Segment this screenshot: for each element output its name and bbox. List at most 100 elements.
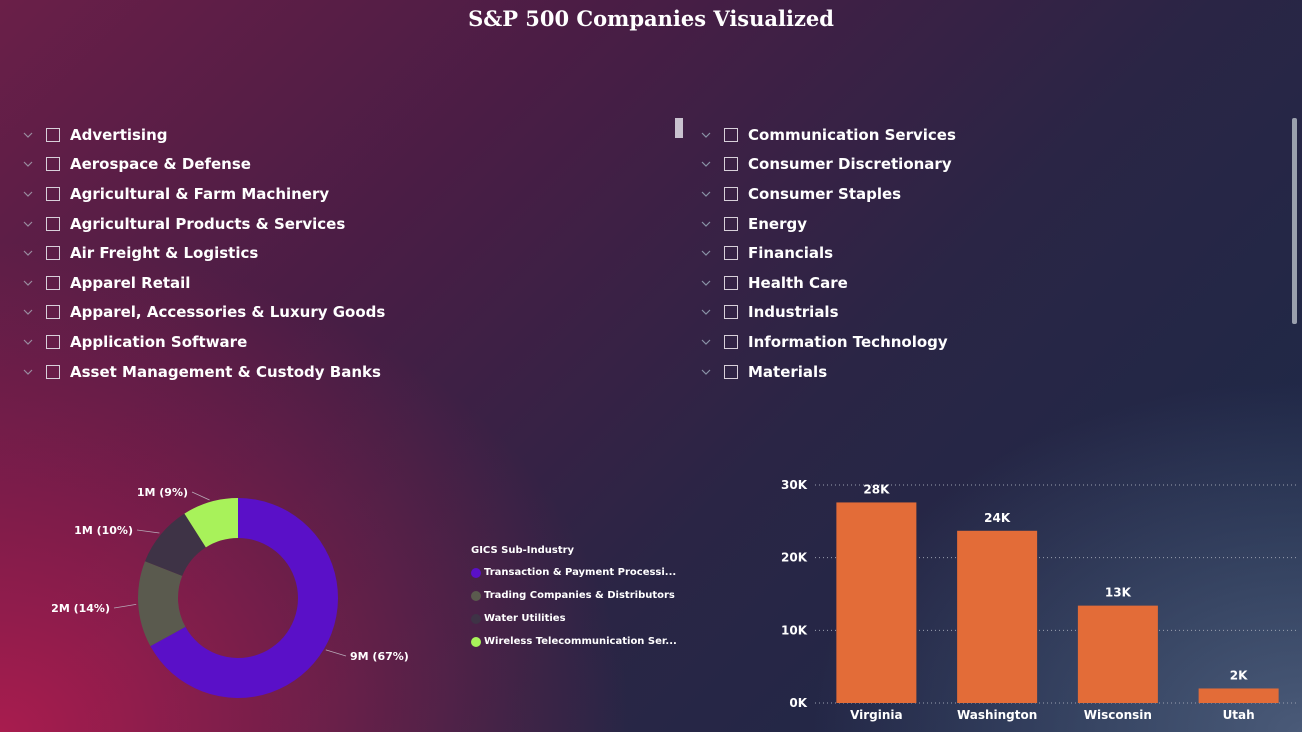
donut-data-label: 1M (10%) — [74, 524, 133, 537]
slicer-item[interactable]: Health Care — [700, 268, 1298, 298]
chevron-down-icon[interactable] — [22, 366, 34, 378]
slicer-item-label: Aerospace & Defense — [70, 155, 251, 174]
slicer-item-label: Apparel, Accessories & Luxury Goods — [70, 303, 386, 322]
slicer-item[interactable]: Consumer Discretionary — [700, 150, 1298, 180]
slicer-item[interactable]: Apparel, Accessories & Luxury Goods — [22, 298, 687, 328]
bar-data-label: 24K — [984, 511, 1011, 525]
slicer-item[interactable]: Application Software — [22, 327, 687, 357]
legend-label: Transaction & Payment Processi... — [484, 567, 677, 578]
leader-line — [113, 604, 137, 609]
slicer-item[interactable]: Agricultural & Farm Machinery — [22, 179, 687, 209]
legend-item[interactable]: Transaction & Payment Processi... — [471, 561, 677, 584]
sub-industry-scrollbar[interactable] — [675, 118, 683, 138]
chevron-down-icon[interactable] — [22, 218, 34, 230]
leader-line — [325, 649, 347, 657]
sector-scrollbar[interactable] — [1292, 118, 1297, 324]
checkbox[interactable] — [724, 364, 738, 379]
y-tick-label: 0K — [789, 696, 807, 710]
slicer-item-label: Apparel Retail — [70, 273, 191, 292]
slicer-item-label: Application Software — [70, 332, 248, 351]
legend-label: Trading Companies & Distributors — [484, 590, 675, 601]
slicer-item[interactable]: Asset Management & Custody Banks — [22, 357, 687, 387]
legend-item[interactable]: Trading Companies & Distributors — [471, 584, 677, 607]
x-tick-label: Washington — [957, 708, 1037, 722]
chevron-down-icon[interactable] — [700, 336, 712, 348]
chevron-down-icon[interactable] — [22, 188, 34, 200]
checkbox[interactable] — [724, 186, 738, 201]
bar-chart: 0K 10K 20K 30K 28K Virginia 24K Washington 13K Wi… — [781, 478, 1298, 722]
bar[interactable] — [1077, 605, 1158, 703]
bar[interactable] — [836, 502, 917, 703]
checkbox[interactable] — [46, 305, 60, 320]
chevron-down-icon[interactable] — [700, 188, 712, 200]
slicer-item-label: Consumer Staples — [748, 184, 902, 203]
chevron-down-icon[interactable] — [700, 158, 712, 170]
chevron-down-icon[interactable] — [22, 277, 34, 289]
checkbox[interactable] — [46, 334, 60, 349]
bar[interactable] — [957, 530, 1038, 703]
slicer-item-label: Financials — [748, 244, 834, 263]
donut-data-label: 9M (67%) — [350, 650, 409, 663]
checkbox[interactable] — [46, 186, 60, 201]
checkbox[interactable] — [724, 275, 738, 290]
checkbox[interactable] — [724, 127, 738, 142]
chevron-down-icon[interactable] — [22, 247, 34, 259]
donut-data-label: 2M (14%) — [51, 602, 110, 615]
slicer-item[interactable]: Apparel Retail — [22, 268, 687, 298]
slicer-item[interactable]: Agricultural Products & Services — [22, 209, 687, 239]
chevron-down-icon[interactable] — [22, 306, 34, 318]
slicer-item-label: Industrials — [748, 303, 839, 322]
donut-data-label: 1M (9%) — [137, 486, 188, 499]
bar[interactable] — [1198, 688, 1279, 703]
chevron-down-icon[interactable] — [700, 366, 712, 378]
chevron-down-icon[interactable] — [700, 247, 712, 259]
checkbox[interactable] — [724, 216, 738, 231]
checkbox[interactable] — [46, 127, 60, 142]
slicer-item[interactable]: Consumer Staples — [700, 179, 1298, 209]
chevron-down-icon[interactable] — [700, 306, 712, 318]
legend-label: Wireless Telecommunication Ser... — [484, 636, 677, 647]
legend-item[interactable]: Water Utilities — [471, 607, 677, 630]
slicer-item[interactable]: Materials — [700, 357, 1298, 387]
slicer-item-label: Information Technology — [748, 332, 948, 351]
slicer-item-label: Consumer Discretionary — [748, 155, 952, 174]
chevron-down-icon[interactable] — [700, 277, 712, 289]
slicer-item[interactable]: Communication Services — [700, 120, 1298, 150]
chevron-down-icon[interactable] — [22, 158, 34, 170]
chevron-down-icon[interactable] — [22, 336, 34, 348]
legend-title: GICS Sub-Industry — [471, 545, 575, 556]
slicer-item[interactable]: Information Technology — [700, 327, 1298, 357]
checkbox[interactable] — [724, 246, 738, 261]
checkbox[interactable] — [724, 305, 738, 320]
sector-slicer: Communication Services Consumer Discreti… — [700, 120, 1298, 386]
slicer-item[interactable]: Aerospace & Defense — [22, 150, 687, 180]
legend-swatch — [471, 636, 481, 647]
chevron-down-icon[interactable] — [22, 129, 34, 141]
checkbox[interactable] — [46, 157, 60, 172]
slicer-item-label: Agricultural Products & Services — [70, 214, 346, 233]
checkbox[interactable] — [46, 216, 60, 231]
donut-chart: 9M (67%) 2M (14%) 1M (10%) 1M (9%) — [51, 486, 409, 698]
legend-item[interactable]: Wireless Telecommunication Ser... — [471, 630, 677, 653]
checkbox[interactable] — [724, 334, 738, 349]
legend-swatch — [471, 613, 481, 624]
slicer-item-label: Energy — [748, 214, 808, 233]
checkbox[interactable] — [46, 275, 60, 290]
legend-swatch — [471, 567, 481, 578]
checkbox[interactable] — [46, 246, 60, 261]
sub-industry-slicer: Advertising Aerospace & Defense Agricult… — [22, 120, 687, 386]
slicer-item[interactable]: Air Freight & Logistics — [22, 238, 687, 268]
slicer-item[interactable]: Energy — [700, 209, 1298, 239]
slicer-item[interactable]: Industrials — [700, 298, 1298, 328]
slicer-item[interactable]: Advertising — [22, 120, 687, 150]
slicer-item[interactable]: Financials — [700, 238, 1298, 268]
slicer-item-label: Asset Management & Custody Banks — [70, 362, 381, 381]
chevron-down-icon[interactable] — [700, 129, 712, 141]
checkbox[interactable] — [724, 157, 738, 172]
slicer-item-label: Materials — [748, 362, 828, 381]
checkbox[interactable] — [46, 364, 60, 379]
x-tick-label: Utah — [1223, 708, 1255, 722]
slicer-item-label: Communication Services — [748, 125, 956, 144]
chevron-down-icon[interactable] — [700, 218, 712, 230]
slicer-item-label: Agricultural & Farm Machinery — [70, 184, 330, 203]
